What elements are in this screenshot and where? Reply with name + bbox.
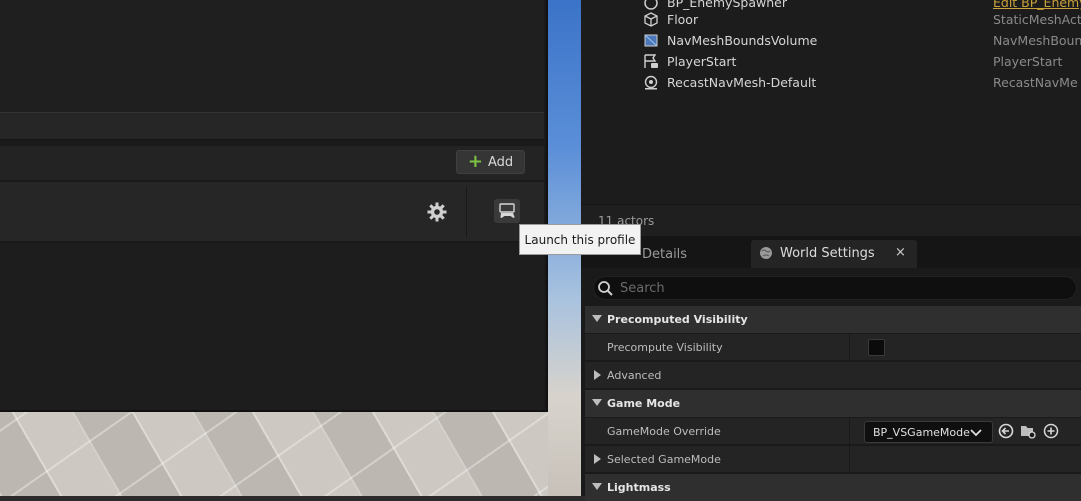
property-precompute-visibility: Precompute Visibility <box>585 334 1081 361</box>
add-button-label: Add <box>487 154 514 170</box>
group-selected-gamemode[interactable]: Selected GameMode <box>585 446 1081 473</box>
category-label: Precomputed Visibility <box>607 313 748 326</box>
gamemode-override-select[interactable]: BP_VSGameMode <box>864 421 993 443</box>
player-start-icon <box>644 54 658 68</box>
outliner-item-type: PlayerStart <box>993 54 1063 69</box>
launch-tooltip: Launch this profile <box>519 224 641 255</box>
add-profile-button[interactable]: + Add <box>456 150 525 174</box>
world-settings-panel: Precomputed Visibility Precompute Visibi… <box>581 268 1081 501</box>
property-label: Precompute Visibility <box>607 341 723 354</box>
launcher-top-panel <box>0 0 544 112</box>
outliner-item-label: RecastNavMesh-Default <box>667 75 817 90</box>
search-input[interactable] <box>620 279 1060 298</box>
outliner-item-type: StaticMeshAct <box>993 12 1081 27</box>
collapse-arrow-icon <box>592 315 602 322</box>
category-label: Game Mode <box>607 397 681 410</box>
use-selected-arrow-icon[interactable] <box>998 423 1014 439</box>
group-advanced[interactable]: Advanced <box>585 362 1081 389</box>
category-game-mode[interactable]: Game Mode <box>585 390 1081 417</box>
recast-navmesh-icon <box>644 75 658 90</box>
tab-world-settings-label: World Settings <box>780 246 875 261</box>
outliner-item-label: NavMeshBoundsVolume <box>667 33 818 48</box>
property-gamemode-override: GameMode Override BP_VSGameMode <box>585 418 1081 445</box>
property-label: GameMode Override <box>607 425 721 438</box>
plus-icon: + <box>467 151 483 172</box>
collapse-arrow-icon <box>592 483 602 490</box>
search-box[interactable] <box>593 276 1077 300</box>
row-divider <box>466 186 467 238</box>
value-divider <box>849 334 850 361</box>
tab-details-label: Details <box>642 247 688 262</box>
value-divider <box>849 418 850 445</box>
precompute-visibility-checkbox[interactable] <box>868 339 885 356</box>
gear-icon <box>427 202 447 222</box>
gamemode-select-value: BP_VSGameMode <box>873 426 970 439</box>
project-launcher-window <box>0 0 548 412</box>
launch-profile-row[interactable] <box>0 182 544 242</box>
collapse-arrow-icon <box>592 399 602 406</box>
chevron-down-icon <box>970 429 982 437</box>
category-label: Lightmass <box>607 481 671 494</box>
launch-gamepad-icon <box>499 203 515 218</box>
launcher-section-bar <box>0 112 544 140</box>
group-label: Advanced <box>607 369 662 382</box>
outliner-item-label: Floor <box>667 12 699 27</box>
tab-world-settings[interactable]: World Settings × <box>751 240 917 268</box>
category-lightmass[interactable]: Lightmass <box>585 474 1081 501</box>
outliner-item-label: PlayerStart <box>667 54 737 69</box>
details-tab-bar: Details World Settings × <box>581 236 1081 268</box>
launch-profile-button[interactable] <box>494 199 520 223</box>
value-divider <box>849 446 850 473</box>
expand-arrow-icon <box>594 370 601 380</box>
outliner-status-bar: 11 actors <box>581 204 1081 236</box>
browse-folder-icon[interactable] <box>1020 423 1036 439</box>
outliner-row[interactable]: PlayerStart PlayerStart <box>581 51 1081 72</box>
outliner-item-type: NavMeshBoun <box>993 33 1081 48</box>
category-precomputed-visibility[interactable]: Precomputed Visibility <box>585 306 1081 333</box>
expand-arrow-icon <box>594 454 601 464</box>
globe-icon <box>760 247 772 259</box>
outliner-row[interactable]: RecastNavMesh-Default RecastNavMe <box>581 72 1081 93</box>
search-icon <box>598 281 613 296</box>
outliner-row[interactable]: Floor StaticMeshAct <box>581 9 1081 30</box>
close-icon[interactable]: × <box>895 245 906 260</box>
profile-settings-button[interactable] <box>425 200 449 224</box>
launcher-lower-panel <box>0 243 544 410</box>
world-outliner: BP_EnemySpawner Edit BP_Enemy Floor Stat… <box>581 0 1081 236</box>
outliner-row[interactable]: NavMeshBoundsVolume NavMeshBoun <box>581 30 1081 51</box>
static-mesh-icon <box>644 12 658 27</box>
add-new-plus-circle-icon[interactable] <box>1043 423 1059 439</box>
nav-mesh-volume-icon <box>644 34 658 47</box>
group-label: Selected GameMode <box>607 453 721 466</box>
outliner-item-type: RecastNavMe <box>993 75 1078 90</box>
